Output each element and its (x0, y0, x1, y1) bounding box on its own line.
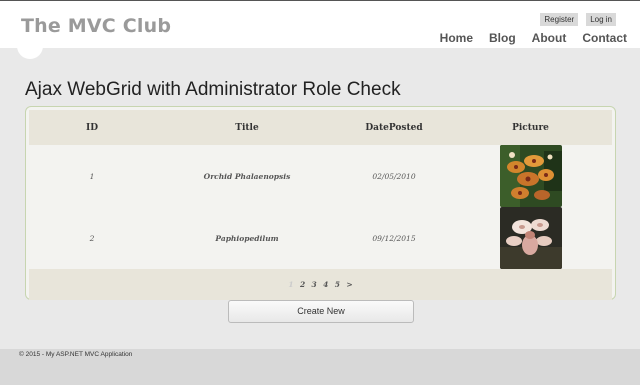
webgrid-table: ID Title DatePosted Picture 1 Orchid Pha… (29, 110, 612, 300)
cell-id: 1 (89, 171, 95, 181)
cell-id: 2 (89, 233, 95, 243)
login-links: Register Log in (540, 13, 616, 26)
footer-text: © 2015 - My ASP.NET MVC Application (19, 351, 133, 358)
column-header-id[interactable]: ID (29, 110, 155, 145)
register-link[interactable]: Register (540, 13, 579, 26)
page-heading: Ajax WebGrid with Administrator Role Che… (25, 79, 401, 100)
column-header-picture[interactable]: Picture (449, 110, 612, 145)
nav-home[interactable]: Home (440, 31, 473, 45)
site-title[interactable]: The MVC Club (21, 15, 171, 37)
table-row: 2 Paphiopedilum 09/12/2015 (29, 207, 612, 269)
create-new-button[interactable]: Create New (228, 300, 414, 323)
grid-pager-row: 1 2 3 4 5 > (29, 269, 612, 300)
pager-page-5[interactable]: 5 (335, 280, 340, 289)
pager: 1 2 3 4 5 > (29, 269, 612, 300)
cell-date: 09/12/2015 (372, 233, 416, 243)
pager-page-3[interactable]: 3 (312, 280, 317, 289)
cell-picture (449, 145, 612, 207)
table-row: 1 Orchid Phalaenopsis 02/05/2010 (29, 145, 612, 207)
login-link[interactable]: Log in (586, 13, 616, 26)
logo-circle (17, 33, 43, 59)
pager-next[interactable]: > (346, 280, 352, 289)
grid-header-row: ID Title DatePosted Picture (29, 110, 612, 145)
nav-contact[interactable]: Contact (582, 31, 627, 45)
site-header: The MVC Club Register Log in Home Blog A… (0, 0, 640, 59)
webgrid: ID Title DatePosted Picture 1 Orchid Pha… (25, 106, 616, 300)
nav-blog[interactable]: Blog (489, 31, 516, 45)
main-nav: Home Blog About Contact (440, 31, 627, 45)
pager-page-1: 1 (288, 280, 294, 289)
orchid-phalaenopsis-photo (499, 145, 562, 207)
cell-date: 02/05/2010 (372, 171, 416, 181)
footer: © 2015 - My ASP.NET MVC Application (0, 349, 640, 385)
cell-title: Orchid Phalaenopsis (203, 171, 291, 181)
pager-page-2[interactable]: 2 (300, 280, 305, 289)
pager-page-4[interactable]: 4 (323, 280, 328, 289)
cell-picture (449, 207, 612, 269)
cell-title: Paphiopedilum (215, 233, 279, 243)
column-header-dateposted[interactable]: DatePosted (339, 110, 449, 145)
paphiopedilum-photo (499, 207, 562, 269)
nav-about[interactable]: About (532, 31, 567, 45)
column-header-title[interactable]: Title (155, 110, 339, 145)
